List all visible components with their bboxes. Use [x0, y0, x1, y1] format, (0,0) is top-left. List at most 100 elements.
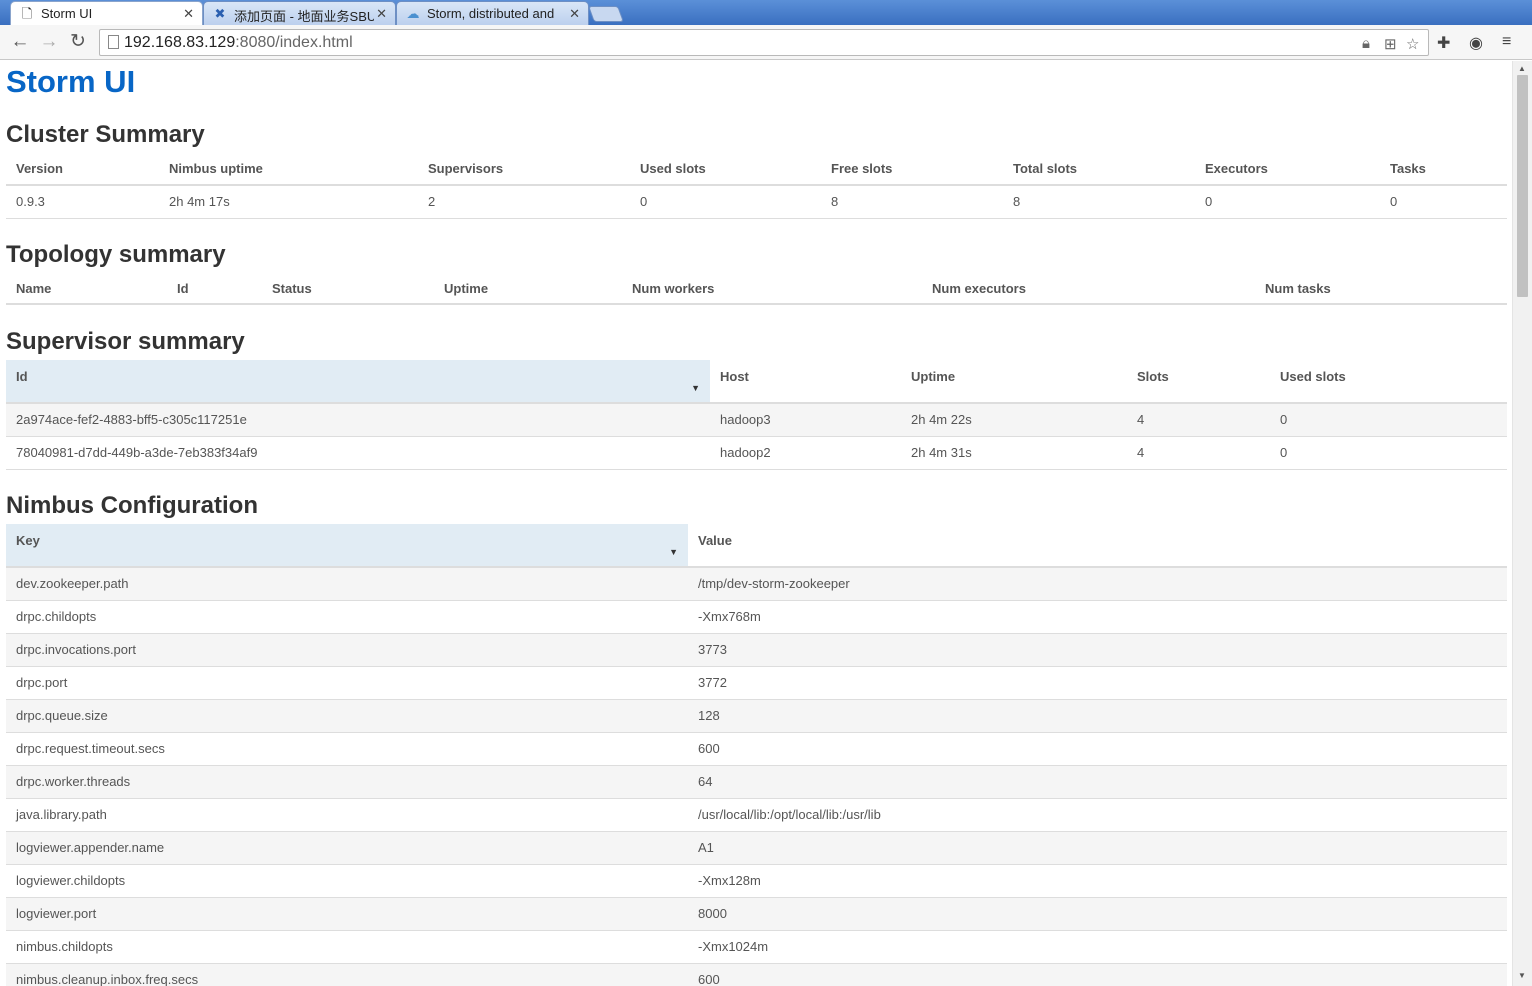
supervisor-summary-heading: Supervisor summary [6, 328, 245, 355]
table-cell: 2h 4m 31s [901, 435, 1127, 469]
url-host: 192.168.83.129 [124, 34, 236, 51]
table-row: drpc.port 3772 [6, 665, 1507, 699]
config-key: drpc.queue.size [6, 698, 688, 732]
table-cell: 2h 4m 17s [159, 184, 418, 218]
tab-confluence[interactable]: ✖ 添加页面 - 地面业务SBU ✕ [203, 1, 396, 25]
table-header-row: Name Id Status Uptime Num workers Num ex… [6, 272, 1507, 304]
reload-icon[interactable]: ↻ [67, 31, 89, 53]
close-icon[interactable]: ✕ [183, 6, 194, 22]
col-header[interactable]: Num executors [922, 272, 1255, 304]
tab-storm-site[interactable]: ☁ Storm, distributed and ✕ [396, 1, 589, 25]
new-tab-button[interactable] [588, 6, 624, 22]
scroll-up-arrow-icon[interactable]: ▲ [1518, 64, 1526, 73]
table-cell: 2 [418, 184, 630, 218]
config-key: logviewer.appender.name [6, 830, 688, 864]
tab-storm-ui[interactable]: 🗋 Storm UI ✕ [10, 1, 203, 26]
config-key: nimbus.childopts [6, 929, 688, 963]
table-cell: hadoop3 [710, 402, 901, 436]
col-header[interactable]: Uptime [901, 360, 1127, 403]
close-icon[interactable]: ✕ [569, 6, 580, 22]
config-value: 128 [688, 698, 1507, 732]
col-header[interactable]: Used slots [1270, 360, 1507, 403]
page-viewport: Storm UI Cluster Summary Version Nimbus … [0, 61, 1512, 986]
page-title[interactable]: Storm UI [6, 64, 135, 100]
table-cell: 0 [1195, 184, 1380, 218]
table-row: 0.9.3 2h 4m 17s 2 0 8 8 0 0 [6, 184, 1507, 218]
col-header[interactable]: Executors [1195, 152, 1380, 185]
table-row: nimbus.cleanup.inbox.freq.secs 600 [6, 962, 1507, 986]
translate-icon[interactable]: ⊞ [1384, 35, 1397, 53]
config-key: logviewer.port [6, 896, 688, 930]
col-header[interactable]: Value [688, 524, 1507, 567]
col-header[interactable]: Status [262, 272, 434, 304]
table-cell: 0 [630, 184, 821, 218]
config-key: logviewer.childopts [6, 863, 688, 897]
table-cell: 4 [1127, 435, 1270, 469]
table-cell: 0 [1380, 184, 1507, 218]
table-row: drpc.childopts -Xmx768m [6, 599, 1507, 633]
table-header-row: Version Nimbus uptime Supervisors Used s… [6, 152, 1507, 185]
table-row: drpc.worker.threads 64 [6, 764, 1507, 798]
menu-icon[interactable]: ≡ [1502, 33, 1511, 51]
table-cell: 4 [1127, 402, 1270, 436]
address-bar[interactable]: 192.168.83.129:8080/index.html 🔒︎ ⊞ ☆ [99, 29, 1429, 56]
col-header-sorted[interactable]: Key ▼ [6, 524, 688, 567]
col-header[interactable]: Slots [1127, 360, 1270, 403]
extension-icon[interactable]: ✚ [1437, 33, 1450, 53]
table-row: drpc.invocations.port 3773 [6, 632, 1507, 666]
forward-arrow-icon[interactable]: → [38, 31, 60, 53]
col-header[interactable]: Tasks [1380, 152, 1507, 185]
col-header-label: Key [16, 533, 40, 548]
sort-desc-icon: ▼ [669, 547, 678, 557]
table-cell: 0 [1270, 435, 1507, 469]
table-row: drpc.queue.size 128 [6, 698, 1507, 732]
chrome-extension-icon[interactable]: ◉ [1469, 33, 1483, 53]
browser-toolbar: ← → ↻ 192.168.83.129:8080/index.html 🔒︎ … [0, 25, 1532, 60]
bookmark-star-icon[interactable]: ☆ [1406, 35, 1419, 53]
col-header[interactable]: Num workers [622, 272, 922, 304]
table-row: 78040981-d7dd-449b-a3de-7eb383f34af9 had… [6, 435, 1507, 469]
topology-summary-table: Name Id Status Uptime Num workers Num ex… [6, 272, 1507, 305]
col-header[interactable]: Free slots [821, 152, 1003, 185]
scroll-down-arrow-icon[interactable]: ▼ [1518, 971, 1526, 980]
table-cell: 78040981-d7dd-449b-a3de-7eb383f34af9 [6, 435, 710, 469]
config-key: nimbus.cleanup.inbox.freq.secs [6, 962, 688, 986]
col-header[interactable]: Name [6, 272, 167, 304]
table-cell: 2a974ace-fef2-4883-bff5-c305c117251e [6, 402, 710, 436]
config-value: 600 [688, 731, 1507, 765]
config-key: drpc.worker.threads [6, 764, 688, 798]
config-key: drpc.invocations.port [6, 632, 688, 666]
sort-desc-icon: ▼ [691, 383, 700, 393]
table-row: 2a974ace-fef2-4883-bff5-c305c117251e had… [6, 402, 1507, 436]
close-icon[interactable]: ✕ [376, 6, 387, 22]
table-cell: 0.9.3 [6, 184, 159, 218]
back-arrow-icon[interactable]: ← [9, 31, 31, 53]
col-header-sorted[interactable]: Id ▼ [6, 360, 710, 403]
config-value: /tmp/dev-storm-zookeeper [688, 566, 1507, 600]
nimbus-configuration-table: Key ▼ Value dev.zookeeper.path/tmp/dev-st… [6, 524, 1507, 986]
col-header[interactable]: Total slots [1003, 152, 1195, 185]
table-row: dev.zookeeper.path/tmp/dev-storm-zookeep… [6, 566, 1507, 600]
lock-icon[interactable]: 🔒︎ [1362, 35, 1370, 52]
scroll-thumb[interactable] [1517, 75, 1528, 297]
table-row: nimbus.childopts -Xmx1024m [6, 929, 1507, 963]
supervisor-summary-table: Id ▼ Host Uptime Slots Used slots 2a974ac… [6, 360, 1507, 470]
col-header[interactable]: Host [710, 360, 901, 403]
config-value: -Xmx1024m [688, 929, 1507, 963]
browser-tab-strip: 🗋 Storm UI ✕ ✖ 添加页面 - 地面业务SBU ✕ ☁ Storm,… [0, 0, 1532, 26]
col-header[interactable]: Used slots [630, 152, 821, 185]
col-header[interactable]: Supervisors [418, 152, 630, 185]
config-value: 64 [688, 764, 1507, 798]
table-row: java.library.path/usr/local/lib:/opt/loc… [6, 797, 1507, 831]
col-header[interactable]: Num tasks [1255, 272, 1507, 304]
vertical-scrollbar[interactable]: ▲ ▼ [1512, 61, 1532, 986]
confluence-icon: ✖ [214, 6, 226, 21]
config-key: dev.zookeeper.path [6, 566, 688, 600]
tab-label: 添加页面 - 地面业务SBU [234, 9, 374, 24]
col-header[interactable]: Nimbus uptime [159, 152, 418, 185]
tab-label: Storm UI [41, 6, 93, 21]
col-header[interactable]: Id [167, 272, 262, 304]
storm-icon: ☁ [406, 6, 420, 21]
col-header[interactable]: Version [6, 152, 159, 185]
col-header[interactable]: Uptime [434, 272, 622, 304]
